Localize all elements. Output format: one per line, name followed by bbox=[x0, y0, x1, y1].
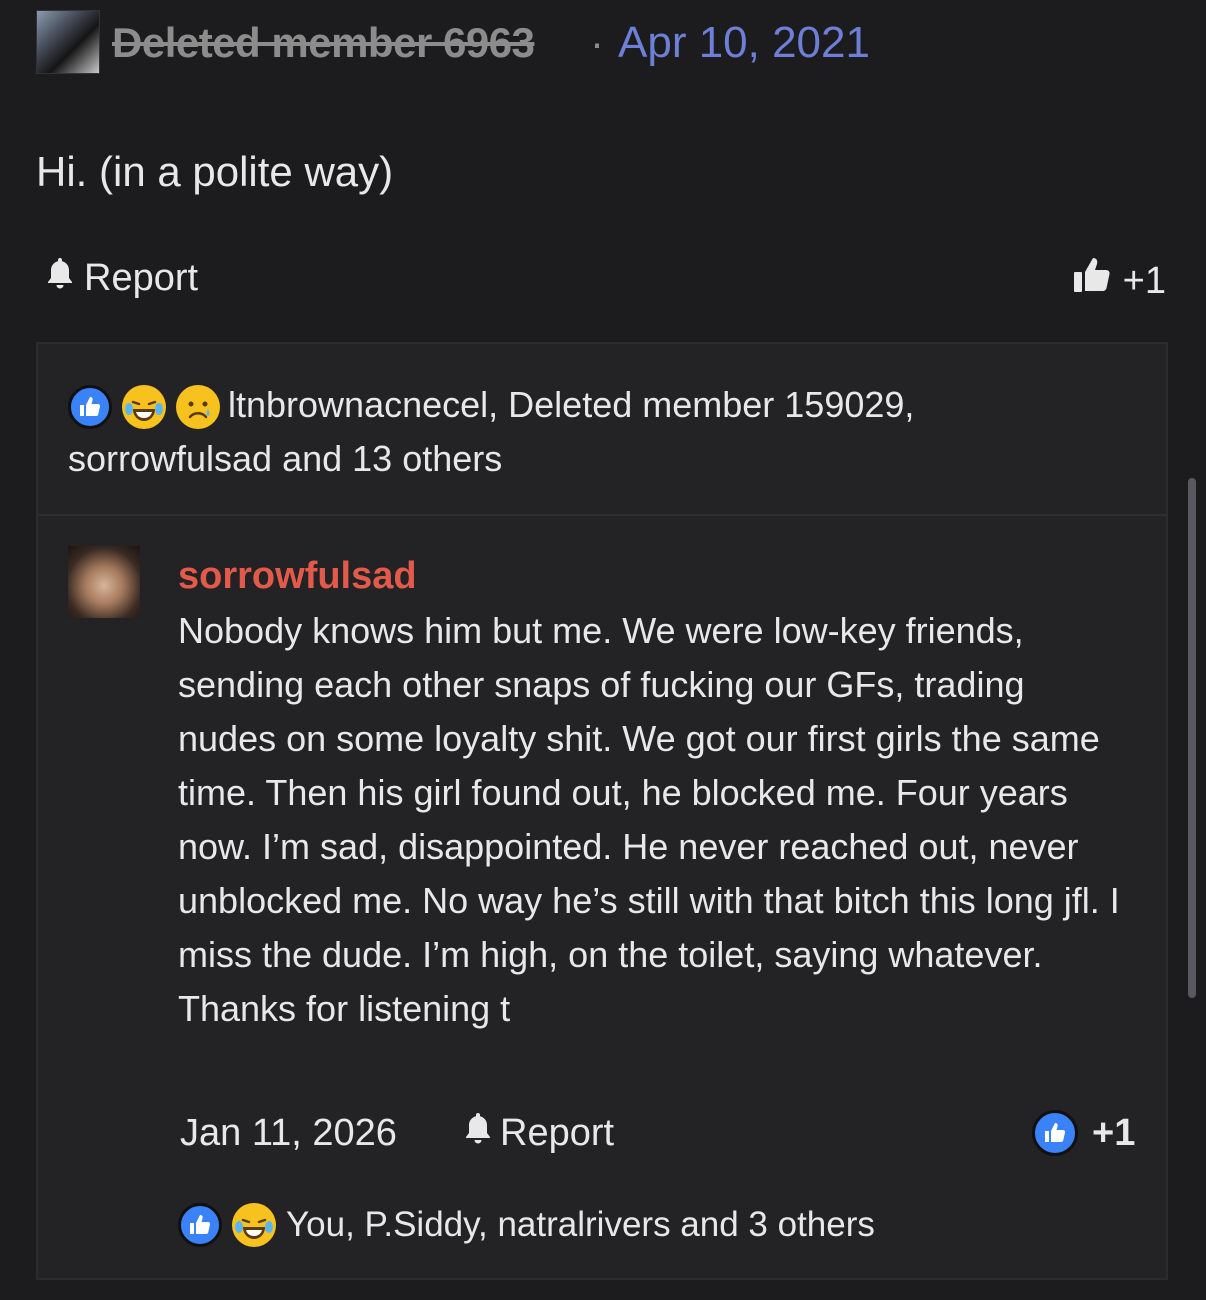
reply-avatar[interactable] bbox=[68, 546, 140, 618]
like-icon bbox=[1032, 1110, 1078, 1156]
laughing-crying-icon bbox=[122, 385, 166, 430]
like-icon bbox=[178, 1203, 222, 1247]
reply-date[interactable]: Jan 11, 2026 bbox=[180, 1108, 397, 1158]
scrollbar[interactable] bbox=[1188, 478, 1196, 998]
divider bbox=[38, 514, 1166, 516]
reactions-names-line2: sorrowfulsad and 13 others bbox=[68, 438, 503, 479]
like-count: +1 bbox=[1122, 260, 1166, 302]
post-author[interactable]: Deleted member 6963 bbox=[112, 18, 535, 68]
separator: · bbox=[590, 19, 604, 66]
post-body: Hi. (in a polite way) bbox=[36, 148, 394, 195]
thumbs-up-icon bbox=[1071, 254, 1113, 308]
bell-icon bbox=[44, 254, 76, 302]
reply-report-button[interactable]: Report bbox=[462, 1108, 614, 1158]
reply-like-button[interactable]: +1 bbox=[1032, 1108, 1135, 1158]
report-label: Report bbox=[84, 257, 199, 299]
reply-text: Nobody knows him but me. We were low-key… bbox=[178, 610, 1120, 1029]
reply-author[interactable]: sorrowfulsad bbox=[178, 552, 417, 600]
like-button[interactable]: +1 bbox=[1071, 254, 1166, 308]
reactions-summary[interactable]: ltnbrownacnecel, Deleted member 159029, … bbox=[68, 378, 1068, 486]
like-icon bbox=[68, 385, 112, 430]
sad-icon bbox=[176, 385, 220, 430]
reply-report-label: Report bbox=[500, 1112, 615, 1154]
bell-icon bbox=[462, 1108, 494, 1158]
avatar[interactable] bbox=[36, 10, 100, 74]
reactions-names-line1: ltnbrownacnecel, Deleted member 159029, bbox=[228, 384, 915, 425]
laughing-crying-icon bbox=[232, 1203, 276, 1247]
reply-like-count: +1 bbox=[1092, 1112, 1136, 1154]
report-button[interactable]: Report bbox=[44, 254, 198, 302]
reply-reactions-names: You, P.Siddy, natralrivers and 3 others bbox=[286, 1205, 875, 1244]
post-date[interactable]: Apr 10, 2021 bbox=[618, 18, 870, 68]
reply-reactions[interactable]: You, P.Siddy, natralrivers and 3 others bbox=[178, 1198, 875, 1252]
